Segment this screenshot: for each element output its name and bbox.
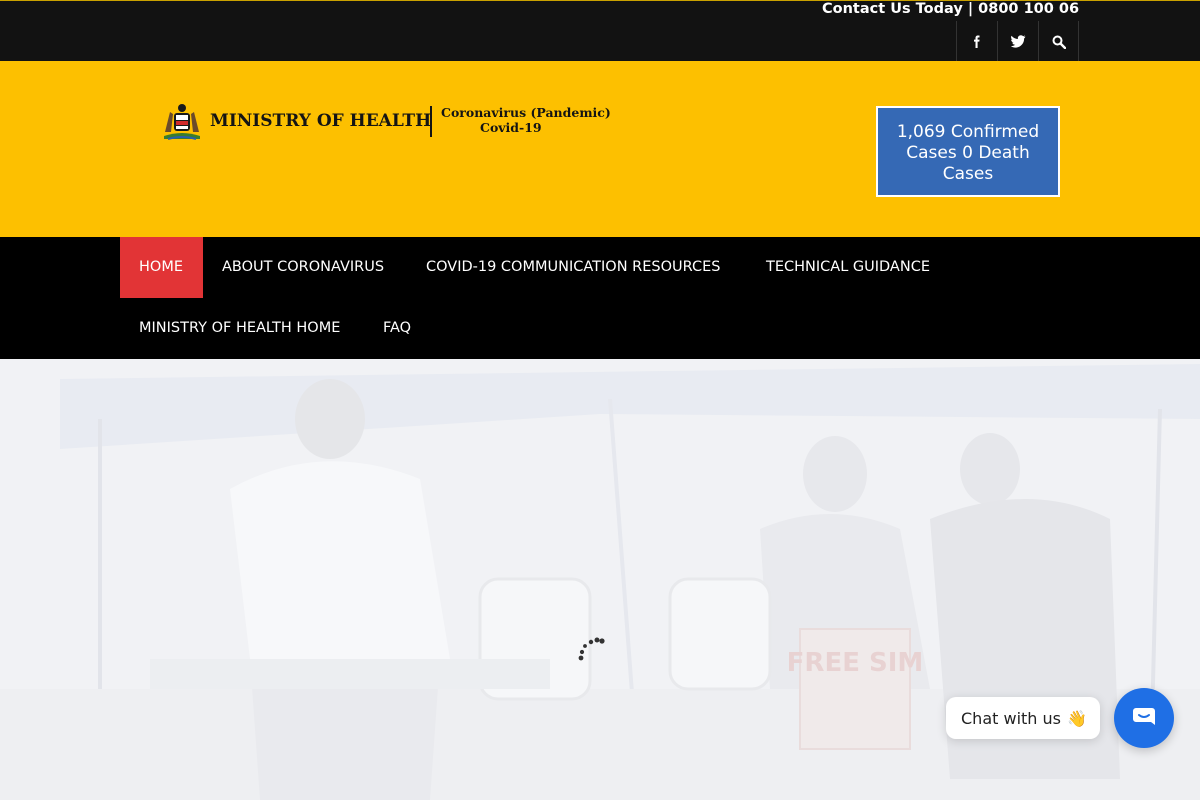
chat-prompt[interactable]: Chat with us 👋 [946,697,1100,739]
nav-item-about-coronavirus[interactable]: ABOUT CORONAVIRUS [203,237,403,298]
loading-spinner-icon [578,637,605,661]
logo-subtitle: Coronavirus (Pandemic) [441,105,611,120]
logo-title: MINISTRY OF HEALTH [210,111,432,131]
facebook-link[interactable] [956,21,997,62]
chat-icon [1133,708,1155,725]
chat-prompt-label: Chat with us [961,708,1061,728]
nav-item-ministry-home[interactable]: MINISTRY OF HEALTH HOME [120,298,359,359]
nav-item-technical-guidance[interactable]: TECHNICAL GUIDANCE [747,237,949,298]
nav-item-faq[interactable]: FAQ [364,298,430,359]
logo-divider [430,106,432,137]
hero-sign-text: FREE SIM [787,648,924,678]
coat-of-arms-icon [164,104,200,140]
nav-item-home[interactable]: HOME [120,237,203,298]
twitter-link[interactable] [997,21,1038,62]
twitter-icon [1010,35,1025,48]
search-button[interactable] [1038,21,1079,62]
nav-item-communication-resources[interactable]: COVID-19 COMMUNICATION RESOURCES [407,237,739,298]
top-bar: Contact Us Today | 0800 100 066 [0,0,1200,62]
case-count-box[interactable]: 1,069 Confirmed Cases 0 Death Cases [876,106,1060,197]
logo-subtitle-covid: Covid-19 [480,120,542,135]
site-logo[interactable]: MINISTRY OF HEALTH Coronavirus (Pandemic… [162,100,614,144]
search-icon [1052,35,1066,49]
chat-button[interactable] [1114,688,1174,748]
wave-emoji-icon: 👋 [1066,708,1087,728]
facebook-icon [974,35,980,48]
contact-info: Contact Us Today | 0800 100 066 [822,1,1080,17]
